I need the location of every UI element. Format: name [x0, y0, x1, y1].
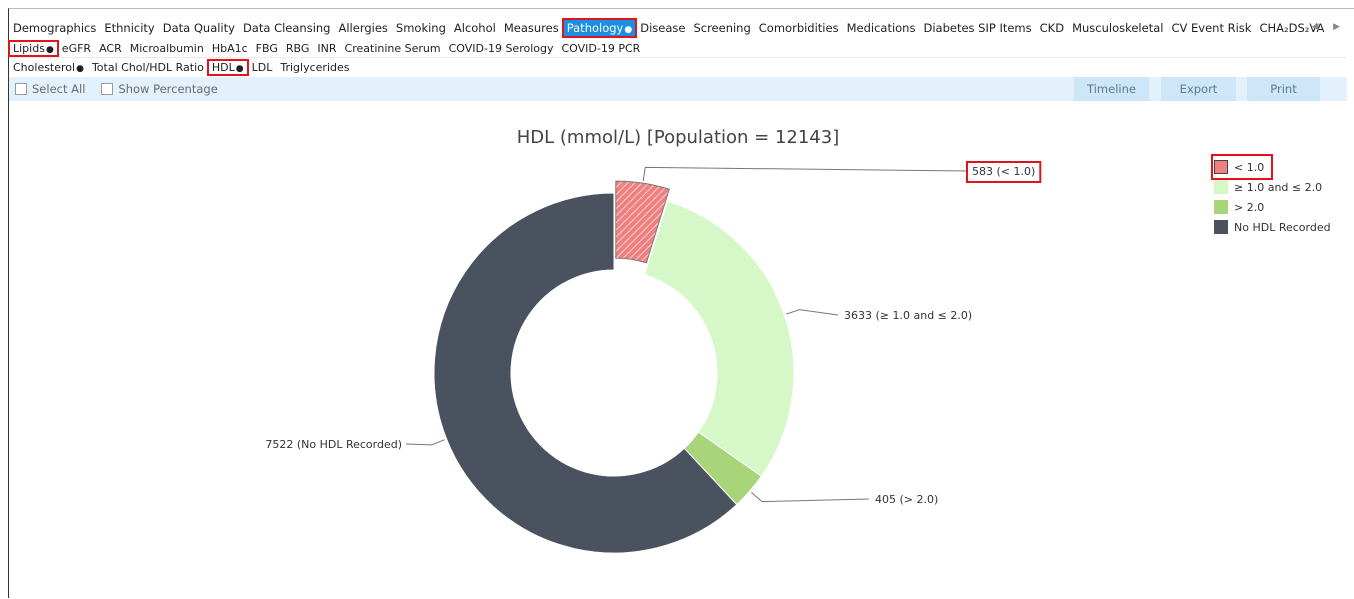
app-frame: Demographics Ethnicity Data Quality Data Cl…: [8, 8, 1354, 598]
legend-item-2-0[interactable]: > 2.0: [1214, 197, 1331, 217]
data-label-1-0: 583 (< 1.0): [972, 165, 1035, 178]
legend-label: No HDL Recorded: [1234, 220, 1331, 234]
data-label-2-0: 405 (> 2.0): [875, 493, 938, 506]
legend-label: > 2.0: [1234, 200, 1265, 214]
chart-legend: < 1.0 ≥ 1.0 and ≤ 2.0 > 2.0 No HDL Recorded: [1211, 154, 1331, 237]
legend-item-no-hdl-recorded[interactable]: No HDL Recorded: [1214, 217, 1331, 237]
donut-chart: 583 (< 1.0) 3633 (≥ 1.0 and ≤ 2.0) 405 (> …: [265, 161, 1042, 554]
legend-swatch: [1214, 200, 1228, 214]
legend-item-1-0-and-2-0[interactable]: ≥ 1.0 and ≤ 2.0: [1214, 177, 1331, 197]
leader-line: [642, 166, 969, 182]
data-label-no-hdl-recorded: 7522 (No HDL Recorded): [265, 438, 402, 451]
leader-line: [751, 492, 870, 503]
leader-line: [405, 439, 445, 446]
legend-swatch: [1214, 220, 1228, 234]
legend-swatch: [1214, 160, 1228, 174]
legend-label: < 1.0: [1234, 160, 1265, 174]
donut-slice-1-0-and-2-0[interactable]: [643, 200, 795, 477]
leader-line: [786, 309, 839, 316]
legend-label: ≥ 1.0 and ≤ 2.0: [1234, 180, 1323, 194]
data-label-1-0-and-2-0: 3633 (≥ 1.0 and ≤ 2.0): [844, 309, 972, 322]
legend-swatch: [1214, 180, 1228, 194]
legend-item-1-0[interactable]: < 1.0: [1211, 154, 1273, 180]
